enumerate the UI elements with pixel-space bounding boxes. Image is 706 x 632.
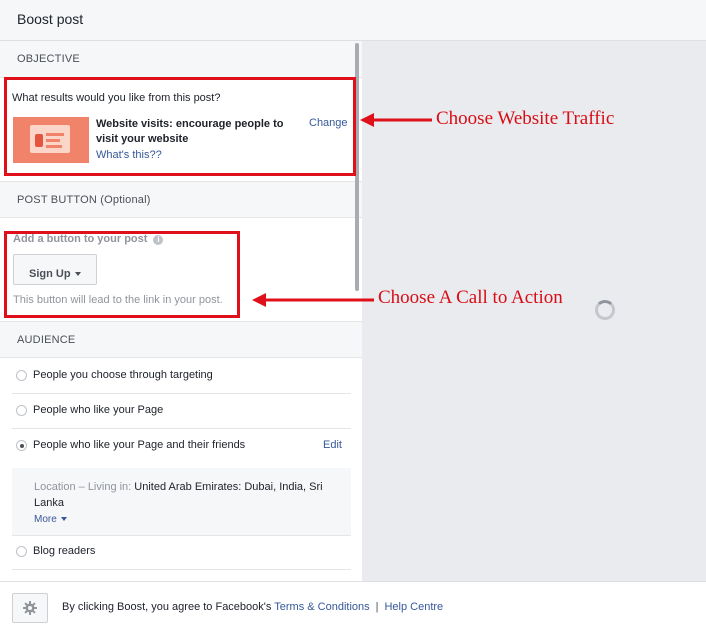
more-details-link[interactable]: More	[34, 514, 67, 525]
radio-button[interactable]	[16, 405, 27, 416]
help-centre-link[interactable]: Help Centre	[384, 601, 443, 613]
post-button-highlight-box	[4, 231, 240, 318]
audience-option-blog-readers[interactable]: Blog readers	[12, 535, 351, 570]
audience-option-targeting[interactable]: People you choose through targeting	[12, 359, 351, 394]
dialog-footer: By clicking Boost, you agree to Facebook…	[0, 581, 706, 632]
settings-button[interactable]	[12, 593, 48, 623]
audience-option-label: Blog readers	[33, 545, 96, 557]
chevron-down-icon	[60, 517, 67, 521]
audience-details-box: Location – Living in: United Arab Emirat…	[12, 468, 351, 536]
loading-spinner-icon	[595, 300, 615, 320]
radio-button-selected[interactable]	[16, 440, 27, 451]
objective-section-header: OBJECTIVE	[0, 41, 362, 78]
post-button-section-header: POST BUTTON (Optional)	[0, 181, 362, 218]
audience-option-label: People you choose through targeting	[33, 369, 213, 381]
terms-notice-text: By clicking Boost, you agree to Facebook…	[62, 601, 272, 613]
audience-section-header: AUDIENCE	[0, 321, 362, 358]
annotation-button-note: Choose A Call to Action	[378, 287, 563, 308]
audience-option-page-likes[interactable]: People who like your Page	[12, 394, 351, 429]
radio-button[interactable]	[16, 370, 27, 381]
dialog-header: Boost post	[0, 0, 706, 41]
location-summary: Location – Living in: United Arab Emirat…	[34, 479, 334, 511]
annotation-arrow-objective	[360, 113, 432, 127]
edit-audience-link[interactable]: Edit	[323, 439, 342, 451]
location-prefix: Location – Living in:	[34, 481, 132, 493]
annotation-objective-note: Choose Website Traffic	[436, 108, 615, 129]
objective-section-label: OBJECTIVE	[17, 53, 80, 65]
terms-link[interactable]: Terms & Conditions	[274, 601, 369, 613]
more-label: More	[34, 514, 57, 525]
audience-option-label: People who like your Page and their frie…	[33, 439, 246, 451]
annotation-arrow-button	[252, 293, 374, 307]
radio-button[interactable]	[16, 546, 27, 557]
footer-separator: |	[375, 601, 379, 613]
objective-highlight-box	[4, 77, 356, 176]
audience-section-label: AUDIENCE	[17, 334, 76, 346]
audience-option-page-likes-friends[interactable]: People who like your Page and their frie…	[12, 429, 351, 464]
gear-icon	[23, 601, 37, 615]
terms-notice: By clicking Boost, you agree to Facebook…	[62, 601, 443, 613]
audience-option-label: People who like your Page	[33, 404, 164, 416]
post-button-section-label: POST BUTTON (Optional)	[17, 194, 151, 206]
dialog-title: Boost post	[17, 11, 84, 27]
